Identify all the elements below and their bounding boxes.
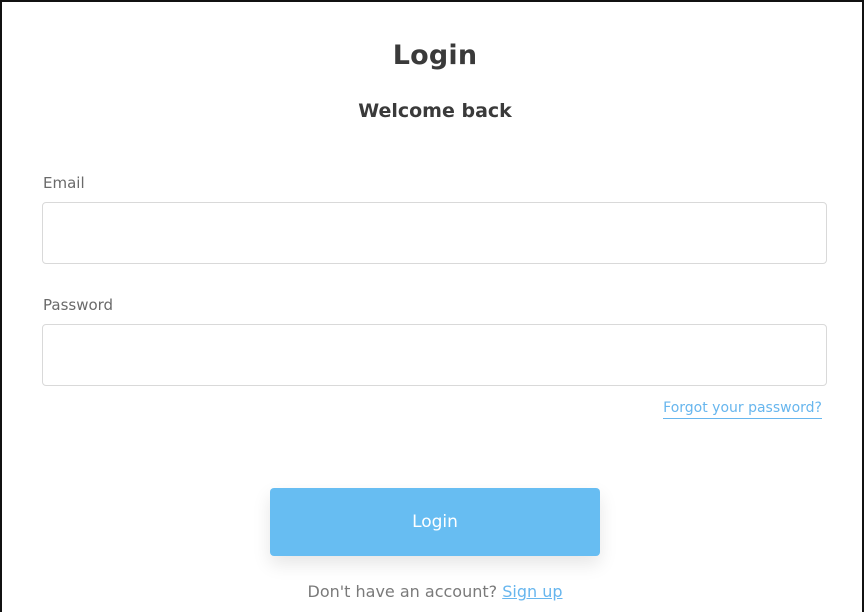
email-label: Email [43,174,85,192]
login-card: Login Welcome back Email Password Forgot… [0,0,864,612]
signup-row: Don't have an account? Sign up [2,580,866,604]
login-button[interactable]: Login [270,488,600,556]
email-field[interactable] [42,202,827,264]
password-label: Password [43,296,114,314]
signup-link[interactable]: Sign up [502,582,562,601]
page-subtitle: Welcome back [358,100,512,122]
page-title: Login [392,40,478,71]
password-field[interactable] [42,324,827,386]
forgot-password-link[interactable]: Forgot your password? [663,398,822,419]
signup-prompt: Don't have an account? [307,582,498,601]
